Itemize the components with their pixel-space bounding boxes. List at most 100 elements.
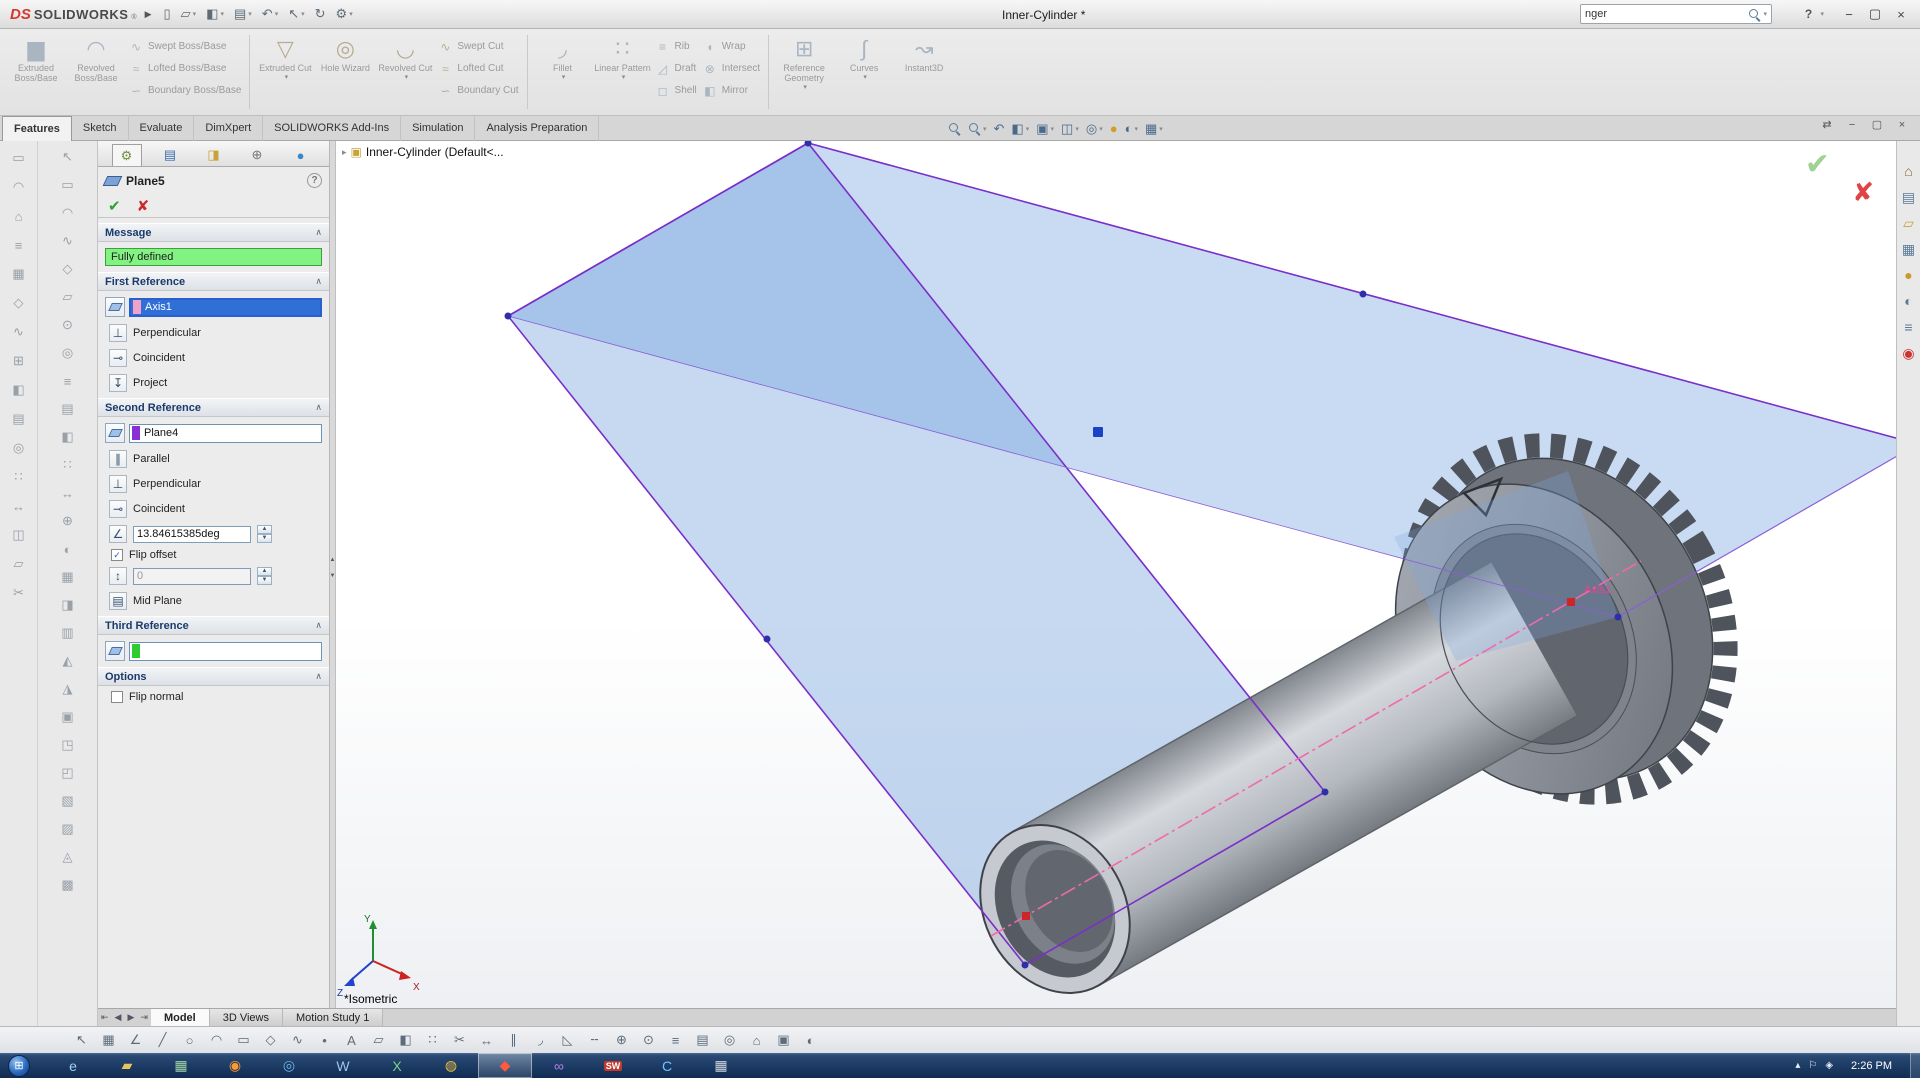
first-reference-field[interactable]: Axis1 <box>129 297 322 317</box>
search-input[interactable] <box>1585 8 1749 20</box>
left-toolbar-inner-5[interactable]: ▱ <box>56 285 80 309</box>
show-desktop-button[interactable] <box>1910 1053 1920 1078</box>
linear-pattern-button[interactable]: ∷ Linear Pattern ▾ <box>593 31 653 111</box>
flip-offset-checkbox[interactable]: ✓ Flip offset <box>111 549 322 561</box>
coincident-option[interactable]: ⊸ Coincident <box>109 348 322 368</box>
message-section-header[interactable]: Message ∧ <box>98 223 329 242</box>
close-button[interactable]: × <box>1888 3 1914 25</box>
left-toolbar-inner-3[interactable]: ∿ <box>56 229 80 253</box>
boundary-cut-button[interactable]: ∽ Boundary Cut <box>438 83 518 98</box>
left-toolbar-inner-1[interactable]: ▭ <box>56 173 80 197</box>
left-toolbar-outer-15[interactable]: ✂ <box>7 581 31 605</box>
sketch-toolbar-24[interactable]: ◎ <box>718 1030 741 1051</box>
left-toolbar-outer-7[interactable]: ⊞ <box>7 349 31 373</box>
left-toolbar-outer-9[interactable]: ▤ <box>7 407 31 431</box>
left-toolbar-outer-10[interactable]: ◎ <box>7 436 31 460</box>
tab-dimxpert[interactable]: DimXpert <box>194 116 264 141</box>
doc-tab-motion-study-1[interactable]: Motion Study 1 <box>282 1009 384 1026</box>
confirm-cancel-button[interactable]: ✘ <box>1852 177 1874 208</box>
extruded-cut-button[interactable]: ▽ Extruded Cut ▾ <box>255 31 315 111</box>
scroll-down-icon[interactable]: ▼ <box>329 573 336 579</box>
project-option[interactable]: ↧ Project <box>109 373 322 393</box>
lofted-boss-base-button[interactable]: ≈ Lofted Boss/Base <box>129 61 241 76</box>
scene-icon[interactable]: ◐ <box>1899 291 1919 311</box>
tray-icons-0[interactable]: ▴ <box>1795 1060 1800 1071</box>
spin-down-icon[interactable]: ▼ <box>257 534 272 543</box>
sketch-toolbar-17[interactable]: ◞ <box>529 1030 552 1051</box>
swept-cut-button[interactable]: ∿ Swept Cut <box>438 39 518 54</box>
left-toolbar-inner-8[interactable]: ≡ <box>56 369 80 393</box>
new-file-button[interactable]: ▯ <box>160 3 175 25</box>
left-toolbar-outer-1[interactable]: ◠ <box>7 175 31 199</box>
taskbar-chrome[interactable]: ◍ <box>424 1053 478 1078</box>
doc-close-button[interactable]: × <box>1894 119 1910 131</box>
hide-show-items-icon[interactable]: ◎ ▾ <box>1086 121 1103 137</box>
flip-normal-checkbox[interactable]: Flip normal <box>111 691 322 703</box>
displaymanager-tab[interactable]: ● <box>286 144 316 166</box>
help-dropdown-icon[interactable]: ▾ <box>1820 10 1824 18</box>
doc-tab-model[interactable]: Model <box>150 1009 210 1026</box>
revolved-boss-base-button[interactable]: ◠ Revolved Boss/Base <box>66 31 126 111</box>
sketch-toolbar-0[interactable]: ↖ <box>70 1030 93 1051</box>
minimize-button[interactable]: − <box>1836 3 1862 25</box>
view-orientation-icon[interactable]: ▣ ▾ <box>1036 121 1054 137</box>
instant3d-button[interactable]: ↝ Instant3D <box>894 31 954 111</box>
mid-plane-option[interactable]: ▤ Mid Plane <box>109 591 322 611</box>
left-toolbar-outer-0[interactable]: ▭ <box>7 146 31 170</box>
left-toolbar-outer-12[interactable]: ↔ <box>7 494 31 518</box>
spin-down-icon[interactable]: ▼ <box>257 576 272 585</box>
sketch-toolbar-21[interactable]: ⊙ <box>637 1030 660 1051</box>
taskbar-firefox[interactable]: ◉ <box>208 1053 262 1078</box>
start-button[interactable]: ⊞ <box>8 1054 30 1077</box>
save-button[interactable]: ◧ ▾ <box>202 3 228 25</box>
left-toolbar-outer-4[interactable]: ▦ <box>7 262 31 286</box>
sketch-toolbar-23[interactable]: ▤ <box>691 1030 714 1051</box>
taskbar-corel[interactable]: C <box>640 1053 694 1078</box>
restore-button[interactable]: ▢ <box>1862 3 1888 25</box>
left-toolbar-inner-25[interactable]: ◬ <box>56 845 80 869</box>
dimxpertmanager-tab[interactable]: ⊕ <box>242 144 272 166</box>
taskbar-safari[interactable]: ◎ <box>262 1053 316 1078</box>
tab-analysis-preparation[interactable]: Analysis Preparation <box>475 116 600 141</box>
taskbar-solidworks-launcher[interactable]: SW <box>586 1053 640 1078</box>
left-toolbar-outer-14[interactable]: ▱ <box>7 552 31 576</box>
coincident-option[interactable]: ⊸ Coincident <box>109 499 322 519</box>
draft-button[interactable]: ◿ Draft <box>656 61 697 76</box>
doc-tab-nav-0[interactable]: ⇤ <box>98 1009 112 1026</box>
taskbar-office-grid[interactable]: ▦ <box>154 1053 208 1078</box>
parallel-option[interactable]: ∥ Parallel <box>109 449 322 469</box>
left-toolbar-inner-9[interactable]: ▤ <box>56 397 80 421</box>
taskbar-calculator[interactable]: ▦ <box>694 1053 748 1078</box>
tab-solidworks-add-ins[interactable]: SOLIDWORKS Add-Ins <box>263 116 402 141</box>
taskbar-visual-studio[interactable]: ∞ <box>532 1053 586 1078</box>
swept-boss-base-button[interactable]: ∿ Swept Boss/Base <box>129 39 241 54</box>
sketch-toolbar-18[interactable]: ◺ <box>556 1030 579 1051</box>
left-toolbar-outer-8[interactable]: ◧ <box>7 378 31 402</box>
checkbox-unchecked-icon[interactable] <box>111 691 123 703</box>
checkbox-checked-icon[interactable]: ✓ <box>111 549 123 561</box>
display-style-icon[interactable]: ◫ ▾ <box>1061 121 1079 137</box>
sketch-toolbar-14[interactable]: ✂ <box>448 1030 471 1051</box>
ok-button[interactable]: ✔ <box>108 197 121 215</box>
left-toolbar-outer-11[interactable]: ∷ <box>7 465 31 489</box>
sketch-toolbar-25[interactable]: ⌂ <box>745 1030 768 1051</box>
print-button[interactable]: ▤ ▾ <box>230 3 256 25</box>
taskbar-excel[interactable]: X <box>370 1053 424 1078</box>
left-toolbar-inner-23[interactable]: ▧ <box>56 789 80 813</box>
left-toolbar-inner-4[interactable]: ◇ <box>56 257 80 281</box>
sketch-toolbar-2[interactable]: ∠ <box>124 1030 147 1051</box>
left-toolbar-inner-13[interactable]: ⊕ <box>56 509 80 533</box>
left-toolbar-outer-5[interactable]: ◇ <box>7 291 31 315</box>
offset-spinner[interactable]: ▲ ▼ <box>257 567 272 585</box>
tray-icons-2[interactable]: ◈ <box>1825 1060 1833 1071</box>
file-explorer-icon[interactable]: ▱ <box>1899 213 1919 233</box>
tray-icons-1[interactable]: ⚐ <box>1808 1060 1817 1071</box>
sketch-toolbar-5[interactable]: ◠ <box>205 1030 228 1051</box>
search-box[interactable]: ▾ <box>1580 4 1772 24</box>
forum-icon[interactable]: ◉ <box>1899 343 1919 363</box>
zoom-fit-icon[interactable] <box>948 122 961 135</box>
apply-scene-icon[interactable]: ◐ ▾ <box>1125 121 1138 136</box>
menu-flyout-arrow-icon[interactable]: ▶ <box>145 9 152 20</box>
taskbar-word[interactable]: W <box>316 1053 370 1078</box>
angle-input[interactable] <box>133 525 251 543</box>
